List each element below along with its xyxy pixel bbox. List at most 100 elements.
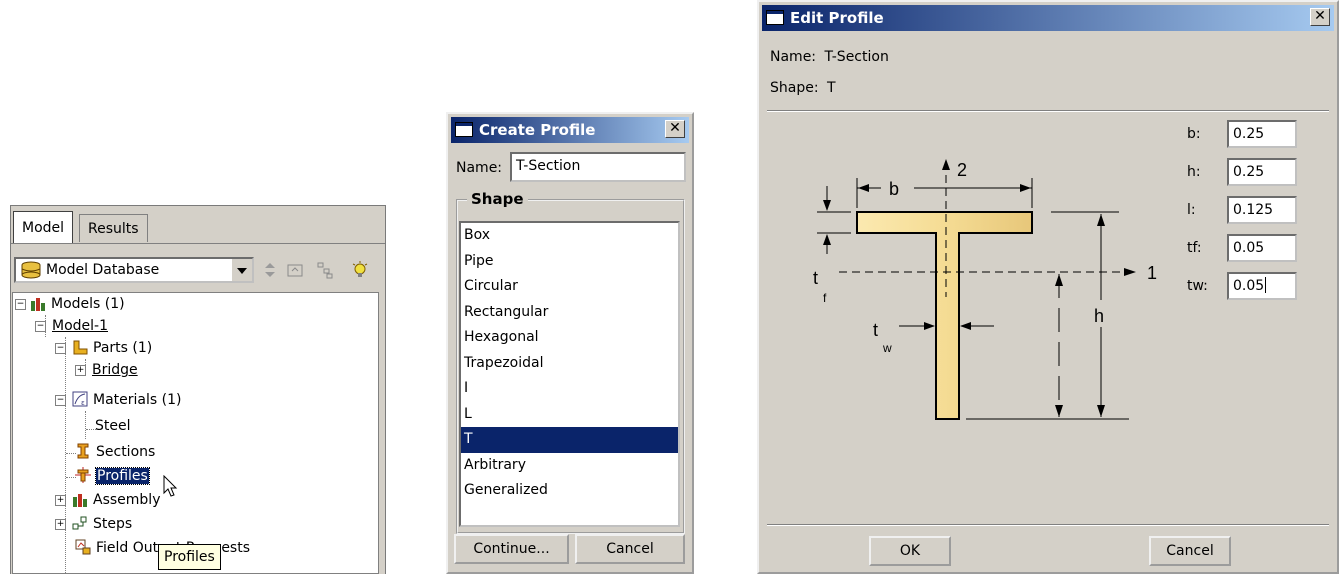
tree-tabbar: Model Results bbox=[11, 206, 385, 249]
database-icon bbox=[21, 261, 41, 279]
tree-node-steps[interactable]: + Steps bbox=[55, 513, 132, 535]
expand-icon[interactable]: + bbox=[55, 519, 66, 530]
tw-label: t bbox=[873, 320, 878, 340]
list-item[interactable]: I bbox=[461, 376, 678, 402]
list-item[interactable]: Hexagonal bbox=[461, 325, 678, 351]
close-button[interactable]: ✕ bbox=[665, 120, 685, 138]
tree-node-steel[interactable]: Steel bbox=[95, 415, 131, 437]
collapse-folder-icon[interactable] bbox=[286, 261, 304, 279]
steps-icon bbox=[72, 516, 87, 530]
param-tf-label: tf: bbox=[1187, 240, 1202, 256]
param-l-field[interactable]: 0.125 bbox=[1227, 196, 1297, 224]
param-tw-label: tw: bbox=[1187, 278, 1208, 294]
model-tree: − Models (1) − Model-1 − Parts (1) + Bri… bbox=[12, 292, 379, 574]
param-h-field[interactable]: 0.25 bbox=[1227, 158, 1297, 186]
param-b-label: b: bbox=[1187, 126, 1201, 142]
list-item[interactable]: Box bbox=[461, 223, 678, 249]
tree-node-materials[interactable]: − ε Materials (1) bbox=[55, 389, 181, 411]
param-b-field[interactable]: 0.25 bbox=[1227, 120, 1297, 148]
b-label: b bbox=[889, 179, 899, 199]
separator bbox=[767, 110, 1329, 112]
param-l-label: l: bbox=[1187, 202, 1196, 218]
list-item-selected[interactable]: T bbox=[461, 427, 678, 453]
tree-node-assembly[interactable]: + Assembly bbox=[55, 489, 160, 511]
tree-node-parts[interactable]: − Parts (1) bbox=[55, 337, 152, 359]
create-profile-titlebar: Create Profile ✕ bbox=[451, 117, 689, 143]
move-up-down-icon[interactable] bbox=[261, 261, 279, 279]
list-item[interactable]: Arbitrary bbox=[461, 453, 678, 479]
list-item[interactable]: Generalized bbox=[461, 478, 678, 504]
param-tw-field[interactable]: 0.05 bbox=[1227, 272, 1297, 300]
close-button[interactable]: ✕ bbox=[1310, 8, 1330, 26]
tree-label-models: Models (1) bbox=[51, 296, 125, 312]
param-tw-value: 0.05 bbox=[1233, 278, 1265, 294]
close-icon: ✕ bbox=[669, 120, 681, 136]
materials-icon: ε bbox=[72, 391, 88, 407]
expand-icon[interactable]: + bbox=[55, 495, 66, 506]
edit-profile-dialog: Edit Profile ✕ Name: T-Section Shape: T … bbox=[757, 0, 1339, 574]
name-field[interactable]: T-Section bbox=[510, 152, 686, 182]
list-item[interactable]: L bbox=[461, 402, 678, 428]
tree-node-sections[interactable]: Sections bbox=[75, 441, 155, 463]
list-item[interactable]: Rectangular bbox=[461, 300, 678, 326]
t-section-diagram: 2 1 b t f t w h bbox=[813, 159, 1157, 420]
t-section-shape bbox=[856, 211, 1033, 420]
shape-list[interactable]: Box Pipe Circular Rectangular Hexagonal … bbox=[459, 221, 680, 527]
profile-shape-value: T bbox=[827, 80, 836, 96]
separator bbox=[767, 524, 1329, 526]
parts-icon bbox=[73, 340, 88, 355]
param-tf-field[interactable]: 0.05 bbox=[1227, 234, 1297, 262]
database-select[interactable]: Model Database bbox=[14, 257, 254, 283]
tree-label-steps: Steps bbox=[93, 516, 133, 532]
svg-text:ε: ε bbox=[81, 399, 85, 407]
tab-model[interactable]: Model bbox=[13, 211, 74, 244]
database-label: Model Database bbox=[46, 262, 160, 278]
collapse-icon[interactable]: − bbox=[15, 299, 26, 310]
param-h-label: h: bbox=[1187, 164, 1201, 180]
continue-button[interactable]: Continue... bbox=[454, 534, 569, 564]
tree-label-materials: Materials (1) bbox=[93, 392, 182, 408]
mouse-cursor-icon bbox=[163, 475, 178, 497]
collapse-icon[interactable]: − bbox=[55, 343, 66, 354]
profile-name-value: T-Section bbox=[824, 49, 889, 65]
h-label: h bbox=[1094, 306, 1104, 326]
axis-1-label: 1 bbox=[1147, 263, 1157, 283]
dropdown-button[interactable] bbox=[231, 259, 252, 281]
cancel-button[interactable]: Cancel bbox=[575, 534, 685, 564]
tf-label: t bbox=[813, 268, 818, 288]
cancel-button[interactable]: Cancel bbox=[1149, 536, 1231, 566]
profile-shape-label: Shape: bbox=[770, 80, 819, 96]
tab-results[interactable]: Results bbox=[79, 214, 148, 242]
assembly-icon bbox=[73, 494, 87, 507]
tree-filter-icon[interactable] bbox=[316, 261, 334, 279]
tree-node-model-1[interactable]: − Model-1 bbox=[35, 315, 108, 337]
tree-node-profiles[interactable]: Profiles bbox=[75, 465, 178, 497]
collapse-icon[interactable]: − bbox=[55, 395, 66, 406]
list-item[interactable]: Pipe bbox=[461, 249, 678, 275]
field-output-icon bbox=[75, 539, 91, 555]
tree-node-models[interactable]: − Models (1) bbox=[13, 293, 125, 315]
close-icon: ✕ bbox=[1314, 8, 1326, 24]
shape-group-label: Shape bbox=[467, 190, 528, 208]
tree-label-profiles: Profiles bbox=[95, 467, 150, 485]
tree-label-model-1: Model-1 bbox=[52, 318, 108, 334]
tree-label-bridge: Bridge bbox=[92, 362, 138, 378]
profile-shape-row: Shape: T bbox=[770, 80, 836, 96]
tab-divider bbox=[11, 243, 385, 244]
expand-icon[interactable]: + bbox=[75, 365, 86, 376]
collapse-icon[interactable]: − bbox=[35, 321, 46, 332]
profiles-icon bbox=[75, 467, 91, 483]
window-icon bbox=[455, 122, 473, 137]
tree-label-sections: Sections bbox=[96, 444, 156, 460]
ok-button[interactable]: OK bbox=[869, 536, 951, 566]
tree-node-bridge[interactable]: + Bridge bbox=[75, 359, 138, 381]
lightbulb-icon[interactable] bbox=[351, 261, 369, 279]
list-item[interactable]: Trapezoidal bbox=[461, 351, 678, 377]
models-icon bbox=[31, 298, 45, 311]
tf-sub-label: f bbox=[823, 291, 827, 305]
list-item[interactable]: Circular bbox=[461, 274, 678, 300]
tree-label-parts: Parts (1) bbox=[93, 340, 153, 356]
database-toolbar: Model Database bbox=[11, 255, 385, 285]
window-icon bbox=[766, 10, 784, 25]
name-label: Name: bbox=[456, 160, 503, 176]
